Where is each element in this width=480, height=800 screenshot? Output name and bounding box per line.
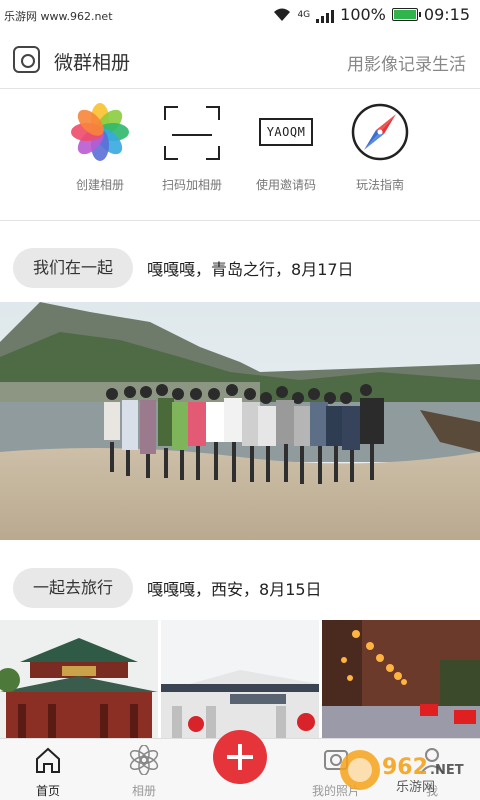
album-thumbnail[interactable] bbox=[322, 620, 480, 738]
home-icon bbox=[36, 747, 60, 773]
invite-code-text: YAOQM bbox=[258, 118, 314, 146]
album-photo-row bbox=[0, 620, 480, 738]
network-type: 4G bbox=[297, 9, 311, 20]
camera-icon[interactable] bbox=[13, 46, 40, 73]
tab-albums[interactable]: 相册 bbox=[104, 744, 184, 799]
compass-icon bbox=[348, 100, 412, 164]
actions-divider bbox=[0, 220, 480, 221]
album-header[interactable]: 一起去旅行 嘎嘎嘎，西安，8月15日 bbox=[13, 568, 322, 608]
app-slogan: 用影像记录生活 bbox=[347, 55, 466, 75]
battery-icon bbox=[391, 8, 421, 21]
battery-percent: 100% bbox=[340, 5, 386, 24]
photos-icon bbox=[68, 100, 132, 164]
guide-label: 玩法指南 bbox=[355, 178, 404, 192]
quick-actions: 创建相册 扫码加相册 YAOQM 使用邀请码 玩法指南 bbox=[0, 100, 480, 210]
wifi-icon bbox=[274, 8, 291, 21]
album-tag[interactable]: 我们在一起 bbox=[13, 248, 134, 288]
svg-text:乐游网: 乐游网 bbox=[396, 780, 435, 795]
add-button[interactable] bbox=[213, 730, 267, 784]
album-description: 嘎嘎嘎，西安，8月15日 bbox=[147, 580, 322, 599]
svg-text:.NET: .NET bbox=[430, 763, 464, 778]
tab-albums-label: 相册 bbox=[131, 784, 156, 798]
header-divider bbox=[0, 88, 480, 89]
watermark-text: 乐游网 www.962.net bbox=[4, 10, 113, 23]
album-thumbnail[interactable] bbox=[0, 620, 158, 738]
svg-text:962: 962 bbox=[382, 755, 428, 780]
tab-home[interactable]: 首页 bbox=[8, 745, 88, 799]
invite-code-icon: YAOQM bbox=[254, 100, 318, 164]
scan-icon bbox=[160, 100, 224, 164]
album-thumbnail[interactable] bbox=[161, 620, 319, 738]
guide-button[interactable]: 玩法指南 bbox=[325, 100, 435, 193]
app-header: 微群相册 用影像记录生活 bbox=[0, 38, 480, 84]
album-description: 嘎嘎嘎，青岛之行，8月17日 bbox=[147, 260, 354, 279]
tab-home-label: 首页 bbox=[35, 784, 60, 798]
clock: 09:15 bbox=[423, 5, 470, 24]
status-bar: 乐游网 www.962.net 4G 100% 09:15 bbox=[0, 0, 480, 32]
brand-watermark-logo: 962 .NET 乐游网 bbox=[340, 750, 464, 795]
album-cover-photo[interactable] bbox=[0, 302, 480, 540]
album-tag[interactable]: 一起去旅行 bbox=[13, 568, 134, 608]
signal-icon bbox=[316, 7, 335, 23]
flower-icon bbox=[129, 744, 159, 776]
album-header[interactable]: 我们在一起 嘎嘎嘎，青岛之行，8月17日 bbox=[13, 248, 354, 288]
page-title: 微群相册 bbox=[54, 52, 131, 74]
